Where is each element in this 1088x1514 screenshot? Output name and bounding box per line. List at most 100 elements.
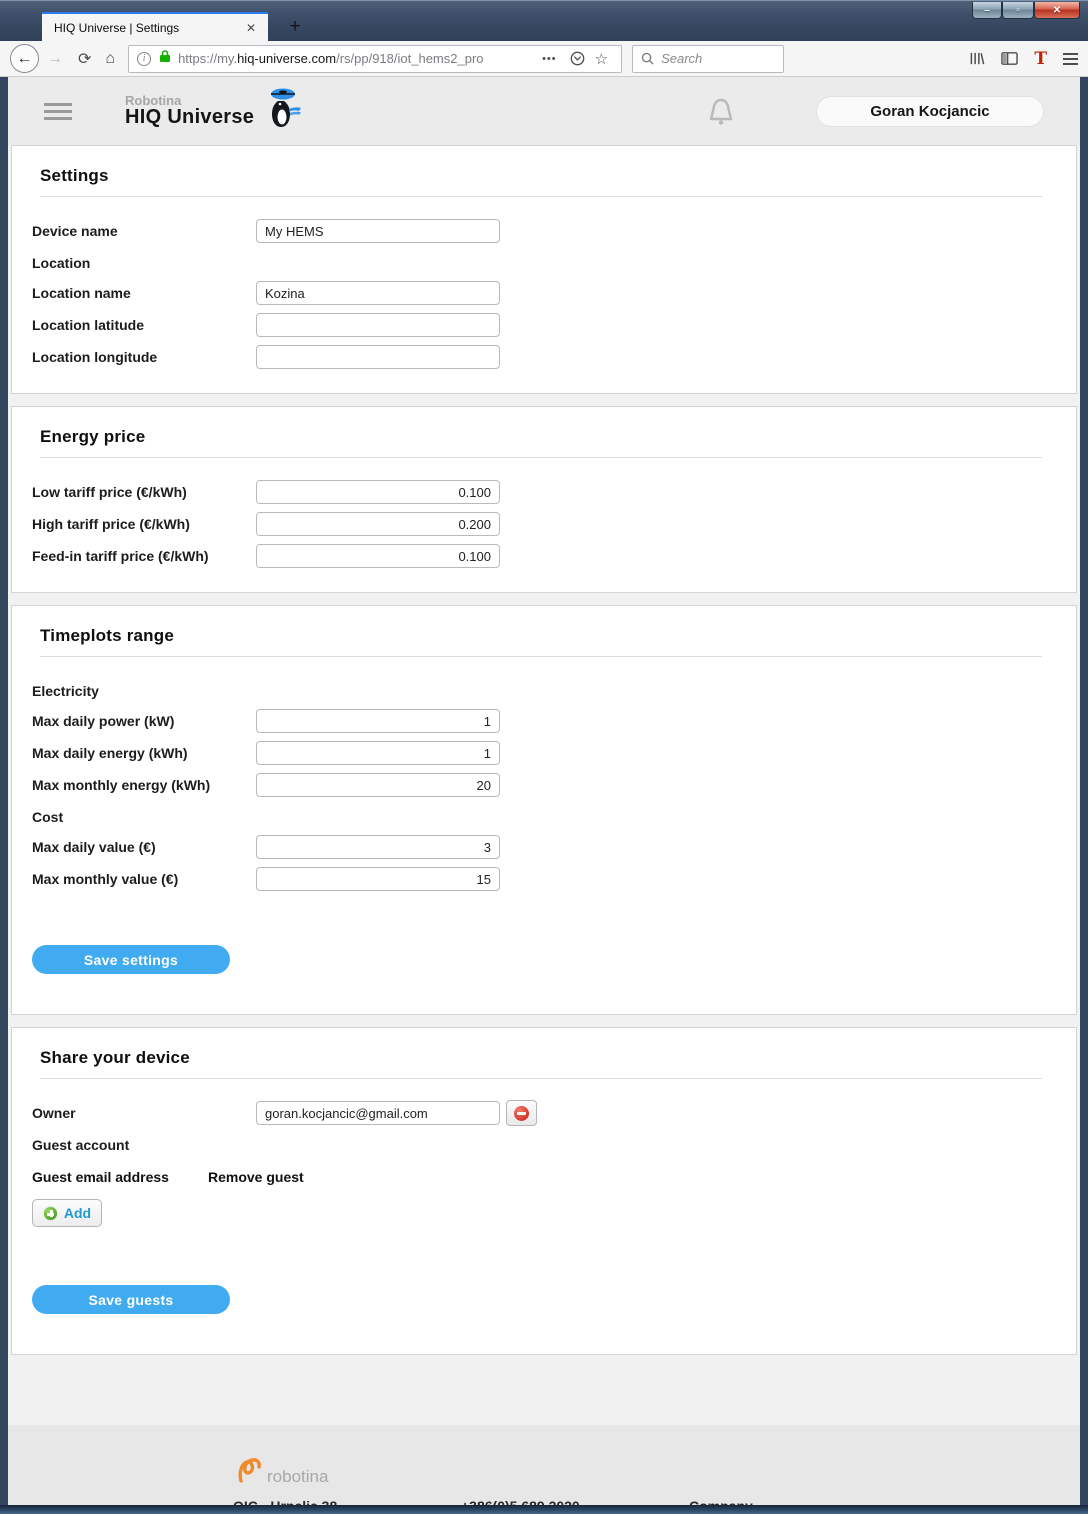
guest-table-headers: Guest email address Remove guest — [32, 1169, 1048, 1185]
location-latitude-label: Location latitude — [32, 317, 144, 333]
location-name-row: Location name — [32, 279, 1048, 307]
max-daily-value-row: Max daily value (€) — [32, 833, 1048, 861]
url-bar[interactable]: i https://my.hiq-universe.com/rs/pp/918/… — [128, 44, 623, 73]
settings-title: Settings — [40, 166, 109, 185]
phone-number: +386(0)5 689 2020 — [461, 1497, 689, 1505]
library-icon[interactable] — [969, 51, 985, 66]
location-latitude-row: Location latitude — [32, 311, 1048, 339]
location-latitude-input[interactable] — [256, 313, 500, 337]
remove-owner-button[interactable] — [506, 1100, 537, 1126]
max-daily-energy-label: Max daily energy (kWh) — [32, 745, 188, 761]
maximize-button[interactable]: ▫ — [1002, 2, 1034, 19]
search-input[interactable] — [661, 51, 762, 66]
url-text: https://my.hiq-universe.com/rs/pp/918/io… — [178, 51, 484, 66]
brand-block: Robotina HIQ Universe — [125, 94, 254, 129]
energy-price-card: Energy price Low tariff price (€/kWh) Hi… — [11, 406, 1077, 593]
high-tariff-input[interactable] — [256, 512, 500, 536]
timeplots-range-card: Timeplots range Electricity Max daily po… — [11, 605, 1077, 1015]
location-longitude-input[interactable] — [256, 345, 500, 369]
energy-price-title: Energy price — [40, 427, 146, 446]
remove-guest-header: Remove guest — [208, 1169, 304, 1185]
site-info-icon[interactable]: i — [137, 51, 152, 66]
close-window-button[interactable]: ✕ — [1034, 2, 1080, 19]
browser-window: – ▫ ✕ HIQ Universe | Settings ✕ + ← → ⟳ … — [0, 0, 1088, 1514]
new-tab-button[interactable]: + — [282, 16, 308, 38]
max-daily-value-input[interactable] — [256, 835, 500, 859]
high-tariff-label: High tariff price (€/kWh) — [32, 516, 190, 532]
address-line: OIC - Hrpelje 38 — [233, 1497, 461, 1505]
page-footer: robotina OIC - Hrpelje 38 SI-6420 Kozina… — [8, 1425, 1080, 1505]
owner-row: Owner — [32, 1099, 1048, 1127]
footer-columns: OIC - Hrpelje 38 SI-6420 Kozina Slovenia… — [233, 1497, 1080, 1505]
share-device-card: Share your device Owner Guest account Gu… — [11, 1027, 1077, 1355]
feed-in-tariff-input[interactable] — [256, 544, 500, 568]
max-daily-energy-input[interactable] — [256, 741, 500, 765]
location-longitude-label: Location longitude — [32, 349, 158, 365]
app-menu-icon[interactable] — [44, 99, 72, 124]
max-daily-power-input[interactable] — [256, 709, 500, 733]
location-subheader: Location — [32, 255, 91, 271]
browser-menu-icon[interactable] — [1063, 51, 1078, 66]
max-monthly-value-input[interactable] — [256, 867, 500, 891]
page-viewport: Robotina HIQ Universe Goran Kocjancic Se… — [8, 77, 1080, 1505]
share-device-title: Share your device — [40, 1048, 190, 1067]
window-bottom-border — [0, 1505, 1088, 1514]
forward-button[interactable]: → — [47, 50, 63, 68]
add-icon — [42, 1205, 58, 1221]
window-controls: – ▫ ✕ — [972, 2, 1080, 19]
home-button[interactable]: ⌂ — [105, 50, 115, 68]
low-tariff-label: Low tariff price (€/kWh) — [32, 484, 187, 500]
guest-account-subheader: Guest account — [32, 1137, 130, 1153]
hiq-penguin-logo-icon — [271, 88, 302, 127]
notifications-bell-icon[interactable] — [706, 95, 736, 127]
extension-t-icon[interactable]: T — [1034, 49, 1047, 69]
save-guests-button[interactable]: Save guests — [32, 1285, 230, 1314]
owner-email-input[interactable] — [256, 1101, 500, 1125]
low-tariff-row: Low tariff price (€/kWh) — [32, 478, 1048, 506]
location-longitude-row: Location longitude — [32, 343, 1048, 371]
user-account-button[interactable]: Goran Kocjancic — [816, 95, 1044, 127]
nav-toolbar: ← → ⟳ ⌂ i https://my.hiq-universe.com/rs… — [0, 41, 1088, 77]
page-actions-icon[interactable]: ••• — [542, 53, 557, 65]
remove-icon — [514, 1105, 529, 1121]
browser-tab[interactable]: HIQ Universe | Settings ✕ — [42, 12, 268, 41]
toolbar-right-icons: T — [953, 49, 1078, 69]
refresh-button[interactable]: ⟳ — [78, 49, 91, 69]
minimize-button[interactable]: – — [972, 2, 1002, 19]
max-monthly-value-row: Max monthly value (€) — [32, 865, 1048, 893]
max-daily-value-label: Max daily value (€) — [32, 839, 156, 855]
pocket-icon[interactable] — [570, 51, 585, 66]
tab-title: HIQ Universe | Settings — [54, 20, 180, 35]
brand-robotina-label: Robotina — [125, 92, 182, 108]
location-name-input[interactable] — [256, 281, 500, 305]
device-name-label: Device name — [32, 223, 118, 239]
max-daily-energy-row: Max daily energy (kWh) — [32, 739, 1048, 767]
location-name-label: Location name — [32, 285, 131, 301]
window-frame: Robotina HIQ Universe Goran Kocjancic Se… — [0, 77, 1088, 1505]
bookmark-star-icon[interactable]: ☆ — [595, 50, 608, 68]
low-tariff-input[interactable] — [256, 480, 500, 504]
sidebar-icon[interactable] — [1001, 51, 1019, 66]
device-name-input[interactable] — [256, 219, 500, 243]
device-name-row: Device name — [32, 217, 1048, 245]
save-settings-button[interactable]: Save settings — [32, 945, 230, 974]
robotina-logo-text: robotina — [267, 1467, 329, 1486]
lock-icon — [159, 49, 171, 68]
titlebar: – ▫ ✕ HIQ Universe | Settings ✕ + — [0, 0, 1088, 41]
owner-label: Owner — [32, 1105, 76, 1121]
back-button[interactable]: ← — [10, 44, 39, 73]
search-bar[interactable] — [632, 44, 785, 73]
footer-contact: +386(0)5 689 2020 info@robotina.com www.… — [461, 1497, 689, 1505]
tab-close-icon[interactable]: ✕ — [242, 21, 260, 35]
guest-email-header: Guest email address — [32, 1169, 169, 1185]
max-monthly-energy-label: Max monthly energy (kWh) — [32, 777, 211, 793]
app-header: Robotina HIQ Universe Goran Kocjancic — [8, 77, 1080, 145]
footer-brand: robotina — [233, 1447, 1080, 1491]
company-link[interactable]: Company — [689, 1497, 917, 1505]
add-guest-button[interactable]: Add — [32, 1199, 102, 1227]
max-daily-power-label: Max daily power (kW) — [32, 713, 175, 729]
search-icon — [641, 52, 654, 65]
footer-address: OIC - Hrpelje 38 SI-6420 Kozina Slovenia — [233, 1497, 461, 1505]
max-monthly-energy-row: Max monthly energy (kWh) — [32, 771, 1048, 799]
max-monthly-energy-input[interactable] — [256, 773, 500, 797]
